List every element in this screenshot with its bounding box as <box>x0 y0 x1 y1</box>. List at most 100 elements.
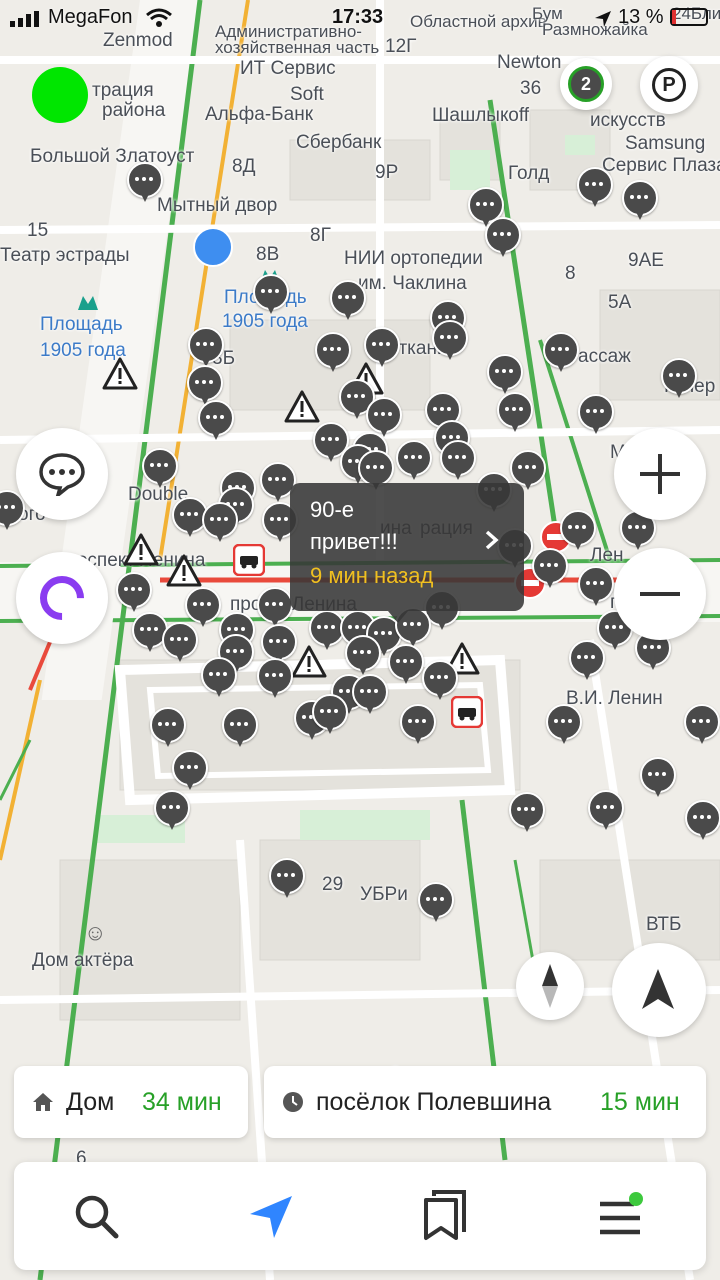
warning-icon[interactable] <box>123 533 159 572</box>
chat-bubble-pin-icon[interactable] <box>222 707 258 747</box>
zoom-in-button[interactable] <box>614 428 706 520</box>
map-label: Шашлыкoff <box>432 105 530 126</box>
chat-bubble-pin-icon[interactable] <box>172 750 208 790</box>
navigation-arrow-icon <box>640 967 676 1016</box>
chat-bubble-pin-icon[interactable] <box>188 327 224 367</box>
my-location-button[interactable] <box>612 943 706 1037</box>
chat-bubble-pin-icon[interactable] <box>577 167 613 207</box>
chat-bubble-pin-icon[interactable] <box>345 635 381 675</box>
chat-bubble-pin-icon[interactable] <box>560 510 596 550</box>
tooltip-message-line1: 90-е <box>310 497 355 522</box>
accident-icon[interactable] <box>450 695 484 733</box>
chevron-right-icon[interactable] <box>484 529 500 556</box>
notifications-badge: 2 <box>568 66 604 102</box>
map-label: трация <box>92 80 154 101</box>
chat-bubble-pin-icon[interactable] <box>532 548 568 588</box>
map-label: Площадь <box>40 314 123 335</box>
chat-bubble-pin-icon[interactable] <box>640 757 676 797</box>
chat-bubble-pin-icon[interactable] <box>685 800 720 840</box>
map-label: 36 <box>520 78 542 99</box>
chat-bubble-pin-icon[interactable] <box>312 694 348 734</box>
chat-bubble-pin-icon[interactable] <box>509 792 545 832</box>
chat-bubble-pin-icon[interactable] <box>543 332 579 372</box>
zoom-out-button[interactable] <box>614 548 706 640</box>
route-home-time: 34 мин <box>142 1088 222 1116</box>
map-label: Сервис Плаза <box>602 155 720 176</box>
chat-bubble-pin-icon[interactable] <box>440 440 476 480</box>
chat-bubble-pin-icon[interactable] <box>150 707 186 747</box>
chat-bubble-pin-icon[interactable] <box>257 658 293 698</box>
chat-bubble-pin-icon[interactable] <box>497 392 533 432</box>
chat-bubble-pin-icon[interactable] <box>684 704 720 744</box>
chat-bubble-pin-icon[interactable] <box>569 640 605 680</box>
chat-bubble-pin-icon[interactable] <box>588 790 624 830</box>
map-label: 12Г <box>385 36 417 57</box>
chat-bubble-pin-icon[interactable] <box>422 660 458 700</box>
chat-bubble-pin-icon[interactable] <box>396 440 432 480</box>
chat-bubble-pin-icon[interactable] <box>198 400 234 440</box>
map-label: Голд <box>508 163 550 184</box>
bookmarks-tab[interactable] <box>422 1188 474 1244</box>
chat-button[interactable] <box>16 428 108 520</box>
user-status-dot[interactable] <box>32 67 88 123</box>
chat-bubble-pin-icon[interactable] <box>162 622 198 662</box>
accident-icon[interactable] <box>232 543 266 581</box>
chat-bubble-pin-icon[interactable] <box>127 162 163 202</box>
chat-bubble-pin-icon[interactable] <box>253 274 289 314</box>
chat-bubble-pin-icon[interactable] <box>187 365 223 405</box>
metro-icon[interactable] <box>76 292 100 312</box>
chat-bubble-pin-icon[interactable] <box>400 704 436 744</box>
chat-bubble-pin-icon[interactable] <box>487 354 523 394</box>
chat-bubble-pin-icon[interactable] <box>330 280 366 320</box>
chat-bubble-pin-icon[interactable] <box>661 358 697 398</box>
chat-bubble-pin-icon[interactable] <box>142 448 178 488</box>
route-recent-time: 15 мин <box>600 1088 680 1116</box>
map-label: 1905 года <box>222 311 308 332</box>
theatre-icon[interactable]: ☺ <box>84 920 106 946</box>
chat-bubble-pin-icon[interactable] <box>352 674 388 714</box>
battery-icon <box>670 8 708 26</box>
map-label: 9АЕ <box>628 250 664 271</box>
map-label: НИИ ортопедии <box>344 248 483 269</box>
warning-icon[interactable] <box>291 645 327 684</box>
chat-bubble-pin-icon[interactable] <box>202 502 238 542</box>
map-label: 8В <box>256 244 280 265</box>
warning-icon[interactable] <box>284 390 320 429</box>
chat-bubble-pin-icon[interactable] <box>185 587 221 627</box>
alice-icon <box>30 566 94 630</box>
chat-bubble-pin-icon[interactable] <box>257 587 293 627</box>
parking-button[interactable]: P <box>640 56 698 114</box>
alice-assistant-button[interactable] <box>16 552 108 644</box>
warning-icon[interactable] <box>102 357 138 396</box>
chat-bubble-pin-icon[interactable] <box>154 790 190 830</box>
chat-bubble-pin-icon[interactable] <box>358 450 394 490</box>
search-tab[interactable] <box>72 1192 124 1244</box>
chat-bubble-pin-icon[interactable] <box>578 566 614 606</box>
chat-bubble-pin-icon[interactable] <box>201 657 237 697</box>
chat-bubble-pin-icon[interactable] <box>261 624 297 664</box>
burger-place-icon[interactable] <box>193 227 233 267</box>
chat-bubble-pin-icon[interactable] <box>578 394 614 434</box>
chat-bubble-pin-icon[interactable] <box>364 327 400 367</box>
notifications-button[interactable]: 2 <box>560 58 612 110</box>
chat-bubble-pin-icon[interactable] <box>116 572 152 612</box>
chat-bubble-pin-icon[interactable] <box>388 644 424 684</box>
chat-bubble-pin-icon[interactable] <box>269 858 305 898</box>
chat-bubble-pin-icon[interactable] <box>315 332 351 372</box>
route-home-card[interactable]: Дом 34 мин <box>14 1066 248 1138</box>
chat-bubble-pin-icon[interactable] <box>622 180 658 220</box>
chat-message-tooltip[interactable]: 90-е привет!!! 9 мин назад <box>290 483 524 611</box>
chat-bubble-pin-icon[interactable] <box>546 704 582 744</box>
chat-bubble-pin-icon[interactable] <box>485 217 521 257</box>
navigator-tab[interactable] <box>246 1192 298 1244</box>
chat-bubble-pin-icon[interactable] <box>418 882 454 922</box>
chat-bubble-pin-icon[interactable] <box>510 450 546 490</box>
compass-button[interactable] <box>516 952 584 1020</box>
chat-bubble-pin-icon[interactable] <box>432 320 468 360</box>
menu-tab[interactable] <box>598 1192 654 1244</box>
map-label: Лен <box>590 545 624 566</box>
route-recent-card[interactable]: посёлок Полевшина 15 мин <box>264 1066 706 1138</box>
chat-bubble-pin-icon[interactable] <box>366 397 402 437</box>
navigation-icon <box>250 1196 292 1238</box>
clock-icon <box>282 1091 304 1118</box>
